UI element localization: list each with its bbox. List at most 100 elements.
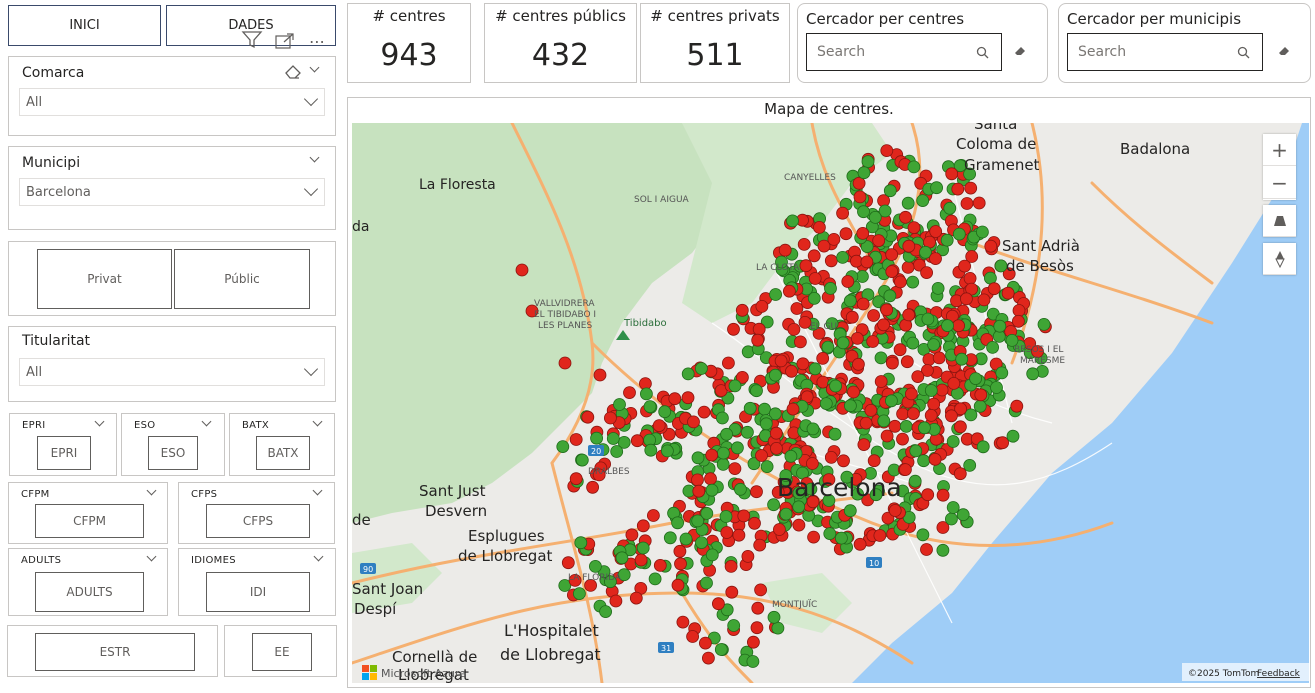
map-marker[interactable] [790,302,804,315]
map-marker[interactable] [883,289,897,303]
map-marker[interactable] [704,472,717,486]
municipi-dropdown[interactable]: Barcelona [19,178,325,206]
map-marker[interactable] [720,427,734,441]
cfps-button[interactable]: CFPS [206,504,310,538]
map-marker[interactable] [888,419,902,433]
map-marker[interactable] [636,519,650,533]
map-marker[interactable] [920,266,933,280]
map-marker[interactable] [681,367,695,381]
zoom-in-button[interactable]: + [1263,134,1296,166]
map-marker[interactable] [963,271,977,285]
map-marker[interactable] [772,523,786,536]
map-marker[interactable] [694,362,708,375]
eso-button[interactable]: ESO [148,436,198,470]
map-marker[interactable] [808,272,822,285]
map-marker[interactable] [643,400,657,414]
map-marker[interactable] [652,419,666,433]
map-marker[interactable] [856,297,870,311]
search-centres-input[interactable]: Search [806,33,1002,71]
map-marker[interactable] [630,434,644,448]
map-marker[interactable] [733,482,747,496]
batx-button[interactable]: BATX [256,436,310,470]
map-marker[interactable] [1006,429,1020,443]
map-marker[interactable] [673,544,687,558]
map-marker[interactable] [901,196,915,210]
map-marker[interactable] [807,291,821,305]
map-marker[interactable] [921,488,935,502]
map-marker[interactable] [963,458,977,472]
map-marker[interactable] [746,655,760,668]
map-marker[interactable] [907,160,921,174]
map-marker[interactable] [936,488,950,502]
map-marker[interactable] [808,362,822,376]
map-marker[interactable] [853,190,867,204]
map-canvas[interactable]: Santa Coloma de Gramenet Badalona La Flo… [352,123,1309,683]
map-marker[interactable] [857,438,871,452]
map-marker[interactable] [924,408,938,422]
map-marker[interactable] [885,265,899,279]
map-marker[interactable] [843,294,857,308]
map-marker[interactable] [824,450,838,464]
map-marker[interactable] [987,282,1001,296]
map-marker[interactable] [836,206,850,220]
map-marker[interactable] [880,144,894,158]
map-marker[interactable] [945,167,959,181]
map-marker[interactable] [679,532,693,546]
map-marker[interactable] [769,426,783,440]
map-marker[interactable] [590,431,604,445]
map-marker[interactable] [873,529,887,542]
map-marker[interactable] [634,553,648,567]
map-marker[interactable] [746,635,760,649]
map-marker[interactable] [902,308,916,322]
map-marker[interactable] [569,433,583,446]
map-marker[interactable] [947,376,961,390]
map-marker[interactable] [853,537,867,551]
map-marker[interactable] [700,576,713,590]
map-marker[interactable] [930,181,943,195]
map-marker[interactable] [1012,304,1026,317]
map-marker[interactable] [625,528,639,542]
map-marker[interactable] [905,387,918,401]
map-marker[interactable] [940,233,954,247]
map-marker[interactable] [977,293,991,307]
map-marker[interactable] [960,292,973,306]
map-marker[interactable] [953,467,967,481]
search-municipis-input[interactable]: Search [1067,33,1263,71]
map-marker[interactable] [752,322,766,336]
map-marker[interactable] [893,343,907,357]
map-marker[interactable] [769,441,783,455]
map-marker[interactable] [686,630,700,643]
map-marker[interactable] [737,509,751,523]
map-marker[interactable] [929,252,942,266]
map-marker[interactable] [695,536,708,550]
map-marker[interactable] [750,384,763,398]
pitch-button[interactable] [1263,205,1296,237]
map-marker[interactable] [888,504,902,517]
map-marker[interactable] [719,510,733,523]
epri-button[interactable]: EPRI [37,436,91,470]
map-marker[interactable] [877,414,891,428]
map-marker[interactable] [872,234,886,247]
map-marker[interactable] [990,381,1003,394]
map-marker[interactable] [896,407,909,421]
map-marker[interactable] [829,379,843,393]
map-marker[interactable] [932,351,946,365]
map-marker[interactable] [907,221,921,234]
map-marker[interactable] [711,597,725,611]
map-marker[interactable] [857,205,870,219]
map-marker[interactable] [705,483,719,497]
map-marker[interactable] [843,504,857,518]
map-marker[interactable] [760,460,774,474]
map-marker[interactable] [894,275,907,289]
map-marker[interactable] [569,472,583,486]
zoom-out-button[interactable]: − [1263,167,1296,199]
inici-button[interactable]: INICI [8,5,161,46]
map-marker[interactable] [705,548,719,562]
map-marker[interactable] [691,473,704,487]
chevron-down-icon[interactable] [312,416,323,427]
map-marker[interactable] [984,239,998,253]
map-marker[interactable] [917,454,930,468]
map-marker[interactable] [732,528,746,542]
map-marker[interactable] [593,368,607,382]
map-marker[interactable] [805,457,819,470]
